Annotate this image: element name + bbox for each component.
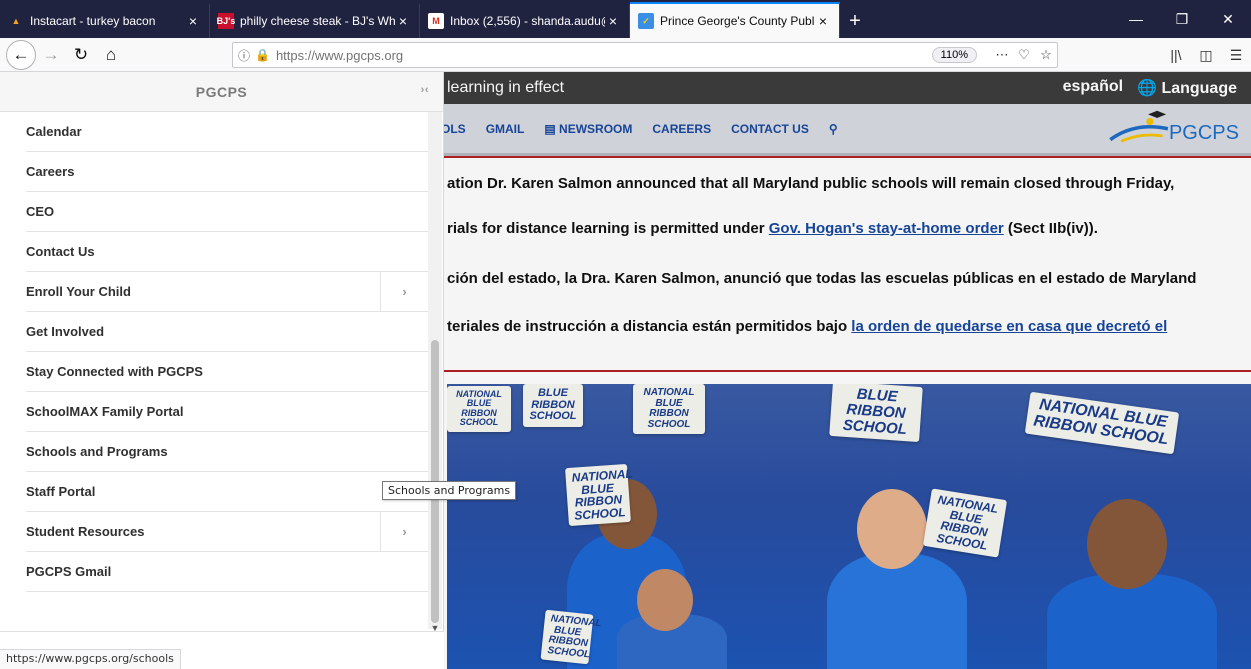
sidebar-header: PGCPS ›‹ [0,72,443,112]
sidebar-item-careers[interactable]: Careers [26,152,428,192]
home-button[interactable]: ⌂ [96,40,126,70]
gmail-icon: M [428,13,444,29]
pocket-icon[interactable]: ♡ [1013,47,1035,63]
tooltip: Schools and Programs [382,481,517,500]
sidebar-item-label: Calendar [26,124,82,139]
tab-instacart[interactable]: ▲ Instacart - turkey bacon × [0,4,210,38]
new-tab-button[interactable]: + [840,4,870,38]
sidebar-item-label: Staff Portal [26,484,96,499]
toolbar-right: ||\ ◫ ☰ [1161,42,1251,68]
tab-label: Inbox (2,556) - shanda.audu@p [450,14,605,28]
restore-icon[interactable]: ❐ [1159,0,1205,38]
sidebar-item-contact-us[interactable]: Contact Us [26,232,428,272]
tab-label: Prince George's County Public [660,14,815,28]
sidebar-toggle-icon[interactable]: ◫ [1191,42,1221,68]
close-tab-icon[interactable]: × [185,13,201,29]
url-bar[interactable]: ⓘ 🔒 https://www.pgcps.org 110% ⋯ ♡ ☆ [232,42,1058,68]
info-icon[interactable]: ⓘ [233,47,255,64]
tab-gmail[interactable]: M Inbox (2,556) - shanda.audu@p × [420,4,630,38]
sidebar-item-label: Careers [26,164,75,179]
sidebar-item-label: Contact Us [26,244,95,259]
sidebar-item-student-resources[interactable]: Student Resources › [26,512,428,552]
sidebar-item-enroll-your-child[interactable]: Enroll Your Child › [26,272,428,312]
close-tab-icon[interactable]: × [815,13,831,29]
sidebar-item-staff-portal[interactable]: Staff Portal [26,472,428,512]
library-icon[interactable]: ||\ [1161,42,1191,68]
chevron-right-icon[interactable]: › [380,512,428,551]
bookmark-star-icon[interactable]: ☆ [1035,47,1057,63]
bjs-icon: BJ's [217,13,235,29]
sidebar-item-ceo[interactable]: CEO [26,192,428,232]
sidebar-item-label: Enroll Your Child [26,284,131,299]
carrot-icon: ▲ [11,16,21,26]
window-controls: — ❐ ✕ [1113,0,1251,38]
tab-label: philly cheese steak - BJ's Whole [240,14,395,28]
minimize-icon[interactable]: — [1113,0,1159,38]
sidebar-item-label: Schools and Programs [26,444,168,459]
sidebar-list: Calendar Careers CEO Contact Us Enroll Y… [26,112,428,592]
sidebar-item-label: SchoolMAX Family Portal [26,404,184,419]
sidebar-item-stay-connected[interactable]: Stay Connected with PGCPS [26,352,428,392]
back-button[interactable]: ← [6,39,36,70]
close-tab-icon[interactable]: × [605,13,621,29]
sidebar-item-label: Student Resources [26,524,145,539]
tab-pgcps[interactable]: ✓ Prince George's County Public × [630,2,840,38]
pgcps-icon: ✓ [638,13,654,29]
close-window-icon[interactable]: ✕ [1205,0,1251,38]
sidebar-scrollbar[interactable]: ▼ [428,112,442,633]
sidebar-item-get-involved[interactable]: Get Involved [26,312,428,352]
sidebar-title: PGCPS [195,83,248,100]
zoom-indicator[interactable]: 110% [931,47,977,63]
more-actions-icon[interactable]: ⋯ [991,47,1013,63]
sidebar-item-schoolmax[interactable]: SchoolMAX Family Portal [26,392,428,432]
sidebar-item-label: Stay Connected with PGCPS [26,364,203,379]
sidebar-item-label: Get Involved [26,324,105,339]
sidebar-item-label: CEO [26,204,55,219]
sidebar-item-schools-and-programs[interactable]: Schools and Programs [26,432,428,472]
sidebar-item-label: PGCPS Gmail [26,564,112,579]
chevron-right-icon[interactable]: › [380,272,428,311]
collapse-sidebar-icon[interactable]: ›‹ [421,84,429,96]
tab-strip: ▲ Instacart - turkey bacon × BJ's philly… [0,0,1251,38]
tab-bjs[interactable]: BJ's philly cheese steak - BJ's Whole × [210,4,420,38]
url-text[interactable]: https://www.pgcps.org [276,48,932,63]
sidebar-item-pgcps-gmail[interactable]: PGCPS Gmail [26,552,428,592]
close-tab-icon[interactable]: × [395,13,411,29]
sidebar-menu: PGCPS ›‹ Calendar Careers CEO Contact Us… [0,72,444,669]
status-bar-url: https://www.pgcps.org/schools [0,649,181,669]
reload-button[interactable]: ↻ [66,40,96,70]
hamburger-menu-icon[interactable]: ☰ [1221,42,1251,68]
lock-icon: 🔒 [255,48,270,62]
forward-button[interactable]: → [36,40,66,70]
sidebar-item-calendar[interactable]: Calendar [26,112,428,152]
tab-label: Instacart - turkey bacon [30,14,156,28]
navigation-toolbar: ← → ↻ ⌂ ⓘ 🔒 https://www.pgcps.org 110% ⋯… [0,38,1251,72]
